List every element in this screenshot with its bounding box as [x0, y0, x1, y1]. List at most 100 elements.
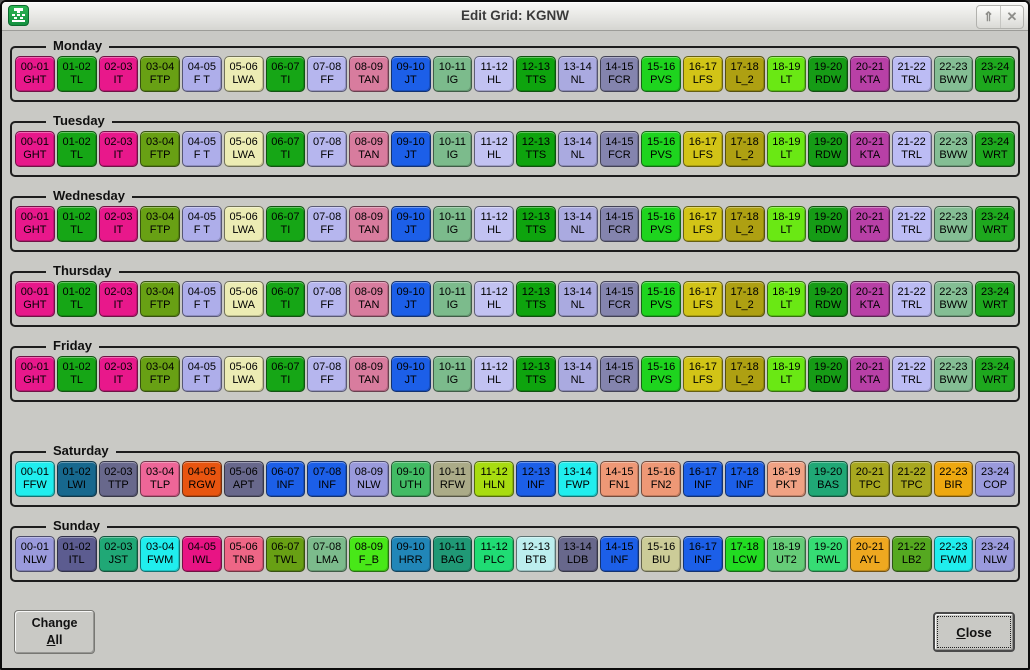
slot-tuesday-23-24[interactable]: 23-24WRT: [975, 131, 1015, 167]
slot-monday-08-09[interactable]: 08-09TAN: [349, 56, 389, 92]
slot-thursday-10-11[interactable]: 10-11IG: [433, 281, 473, 317]
slot-thursday-14-15[interactable]: 14-15FCR: [600, 281, 640, 317]
slot-wednesday-00-01[interactable]: 00-01GHT: [15, 206, 55, 242]
slot-thursday-20-21[interactable]: 20-21KTA: [850, 281, 890, 317]
slot-saturday-18-19[interactable]: 18-19PKT: [767, 461, 807, 497]
slot-monday-12-13[interactable]: 12-13TTS: [516, 56, 556, 92]
slot-tuesday-15-16[interactable]: 15-16PVS: [641, 131, 681, 167]
slot-tuesday-12-13[interactable]: 12-13TTS: [516, 131, 556, 167]
slot-tuesday-01-02[interactable]: 01-02TL: [57, 131, 97, 167]
slot-wednesday-14-15[interactable]: 14-15FCR: [600, 206, 640, 242]
slot-friday-16-17[interactable]: 16-17LFS: [683, 356, 723, 392]
slot-wednesday-19-20[interactable]: 19-20RDW: [808, 206, 848, 242]
slot-friday-11-12[interactable]: 11-12HL: [474, 356, 514, 392]
slot-sunday-15-16[interactable]: 15-16BIU: [641, 536, 681, 572]
slot-tuesday-06-07[interactable]: 06-07TI: [266, 131, 306, 167]
slot-wednesday-17-18[interactable]: 17-18L_2: [725, 206, 765, 242]
slot-saturday-22-23[interactable]: 22-23BIR: [934, 461, 974, 497]
slot-sunday-22-23[interactable]: 22-23FWM: [934, 536, 974, 572]
slot-thursday-12-13[interactable]: 12-13TTS: [516, 281, 556, 317]
slot-wednesday-05-06[interactable]: 05-06LWA: [224, 206, 264, 242]
slot-monday-07-08[interactable]: 07-08FF: [307, 56, 347, 92]
slot-saturday-10-11[interactable]: 10-11RFW: [433, 461, 473, 497]
slot-saturday-20-21[interactable]: 20-21TPC: [850, 461, 890, 497]
slot-friday-18-19[interactable]: 18-19LT: [767, 356, 807, 392]
slot-tuesday-17-18[interactable]: 17-18L_2: [725, 131, 765, 167]
slot-thursday-17-18[interactable]: 17-18L_2: [725, 281, 765, 317]
slot-wednesday-12-13[interactable]: 12-13TTS: [516, 206, 556, 242]
slot-friday-04-05[interactable]: 04-05F T: [182, 356, 222, 392]
slot-wednesday-01-02[interactable]: 01-02TL: [57, 206, 97, 242]
slot-sunday-09-10[interactable]: 09-10HRR: [391, 536, 431, 572]
slot-friday-05-06[interactable]: 05-06LWA: [224, 356, 264, 392]
slot-sunday-05-06[interactable]: 05-06TNB: [224, 536, 264, 572]
slot-monday-14-15[interactable]: 14-15FCR: [600, 56, 640, 92]
maximize-button[interactable]: ⇑: [977, 6, 1000, 28]
slot-sunday-08-09[interactable]: 08-09F_B: [349, 536, 389, 572]
slot-saturday-11-12[interactable]: 11-12HLN: [474, 461, 514, 497]
slot-thursday-18-19[interactable]: 18-19LT: [767, 281, 807, 317]
slot-friday-03-04[interactable]: 03-04FTP: [140, 356, 180, 392]
slot-friday-20-21[interactable]: 20-21KTA: [850, 356, 890, 392]
slot-tuesday-07-08[interactable]: 07-08FF: [307, 131, 347, 167]
slot-monday-23-24[interactable]: 23-24WRT: [975, 56, 1015, 92]
slot-monday-01-02[interactable]: 01-02TL: [57, 56, 97, 92]
slot-monday-19-20[interactable]: 19-20RDW: [808, 56, 848, 92]
slot-tuesday-04-05[interactable]: 04-05F T: [182, 131, 222, 167]
slot-thursday-16-17[interactable]: 16-17LFS: [683, 281, 723, 317]
slot-sunday-10-11[interactable]: 10-11BAG: [433, 536, 473, 572]
slot-saturday-07-08[interactable]: 07-08INF: [307, 461, 347, 497]
slot-monday-09-10[interactable]: 09-10JT: [391, 56, 431, 92]
slot-monday-00-01[interactable]: 00-01GHT: [15, 56, 55, 92]
slot-saturday-09-10[interactable]: 09-10UTH: [391, 461, 431, 497]
slot-sunday-17-18[interactable]: 17-18LCW: [725, 536, 765, 572]
slot-wednesday-09-10[interactable]: 09-10JT: [391, 206, 431, 242]
slot-monday-15-16[interactable]: 15-16PVS: [641, 56, 681, 92]
slot-saturday-23-24[interactable]: 23-24COP: [975, 461, 1015, 497]
slot-sunday-14-15[interactable]: 14-15INF: [600, 536, 640, 572]
slot-saturday-19-20[interactable]: 19-20BAS: [808, 461, 848, 497]
slot-wednesday-16-17[interactable]: 16-17LFS: [683, 206, 723, 242]
slot-thursday-06-07[interactable]: 06-07TI: [266, 281, 306, 317]
slot-friday-02-03[interactable]: 02-03IT: [99, 356, 139, 392]
slot-tuesday-13-14[interactable]: 13-14NL: [558, 131, 598, 167]
slot-saturday-00-01[interactable]: 00-01FFW: [15, 461, 55, 497]
slot-friday-14-15[interactable]: 14-15FCR: [600, 356, 640, 392]
slot-monday-06-07[interactable]: 06-07TI: [266, 56, 306, 92]
slot-thursday-00-01[interactable]: 00-01GHT: [15, 281, 55, 317]
slot-sunday-04-05[interactable]: 04-05IWL: [182, 536, 222, 572]
slot-friday-09-10[interactable]: 09-10JT: [391, 356, 431, 392]
slot-wednesday-23-24[interactable]: 23-24WRT: [975, 206, 1015, 242]
slot-sunday-06-07[interactable]: 06-07TWL: [266, 536, 306, 572]
slot-wednesday-04-05[interactable]: 04-05F T: [182, 206, 222, 242]
slot-saturday-14-15[interactable]: 14-15FN1: [600, 461, 640, 497]
slot-thursday-07-08[interactable]: 07-08FF: [307, 281, 347, 317]
slot-tuesday-16-17[interactable]: 16-17LFS: [683, 131, 723, 167]
slot-monday-02-03[interactable]: 02-03IT: [99, 56, 139, 92]
slot-monday-04-05[interactable]: 04-05F T: [182, 56, 222, 92]
slot-thursday-23-24[interactable]: 23-24WRT: [975, 281, 1015, 317]
slot-sunday-11-12[interactable]: 11-12PLC: [474, 536, 514, 572]
slot-tuesday-03-04[interactable]: 03-04FTP: [140, 131, 180, 167]
slot-wednesday-02-03[interactable]: 02-03IT: [99, 206, 139, 242]
slot-saturday-15-16[interactable]: 15-16FN2: [641, 461, 681, 497]
slot-tuesday-00-01[interactable]: 00-01GHT: [15, 131, 55, 167]
slot-wednesday-03-04[interactable]: 03-04FTP: [140, 206, 180, 242]
slot-sunday-02-03[interactable]: 02-03JST: [99, 536, 139, 572]
slot-thursday-22-23[interactable]: 22-23BWW: [934, 281, 974, 317]
slot-sunday-13-14[interactable]: 13-14LDB: [558, 536, 598, 572]
slot-sunday-00-01[interactable]: 00-01NLW: [15, 536, 55, 572]
window-close-button[interactable]: ✕: [1000, 6, 1023, 28]
slot-friday-21-22[interactable]: 21-22TRL: [892, 356, 932, 392]
slot-friday-19-20[interactable]: 19-20RDW: [808, 356, 848, 392]
slot-wednesday-08-09[interactable]: 08-09TAN: [349, 206, 389, 242]
slot-saturday-13-14[interactable]: 13-14FWP: [558, 461, 598, 497]
slot-saturday-02-03[interactable]: 02-03TTP: [99, 461, 139, 497]
slot-saturday-01-02[interactable]: 01-02LWI: [57, 461, 97, 497]
slot-wednesday-07-08[interactable]: 07-08FF: [307, 206, 347, 242]
slot-saturday-12-13[interactable]: 12-13INF: [516, 461, 556, 497]
slot-tuesday-20-21[interactable]: 20-21KTA: [850, 131, 890, 167]
slot-saturday-03-04[interactable]: 03-04TLP: [140, 461, 180, 497]
slot-tuesday-11-12[interactable]: 11-12HL: [474, 131, 514, 167]
close-button[interactable]: Close: [933, 612, 1015, 652]
